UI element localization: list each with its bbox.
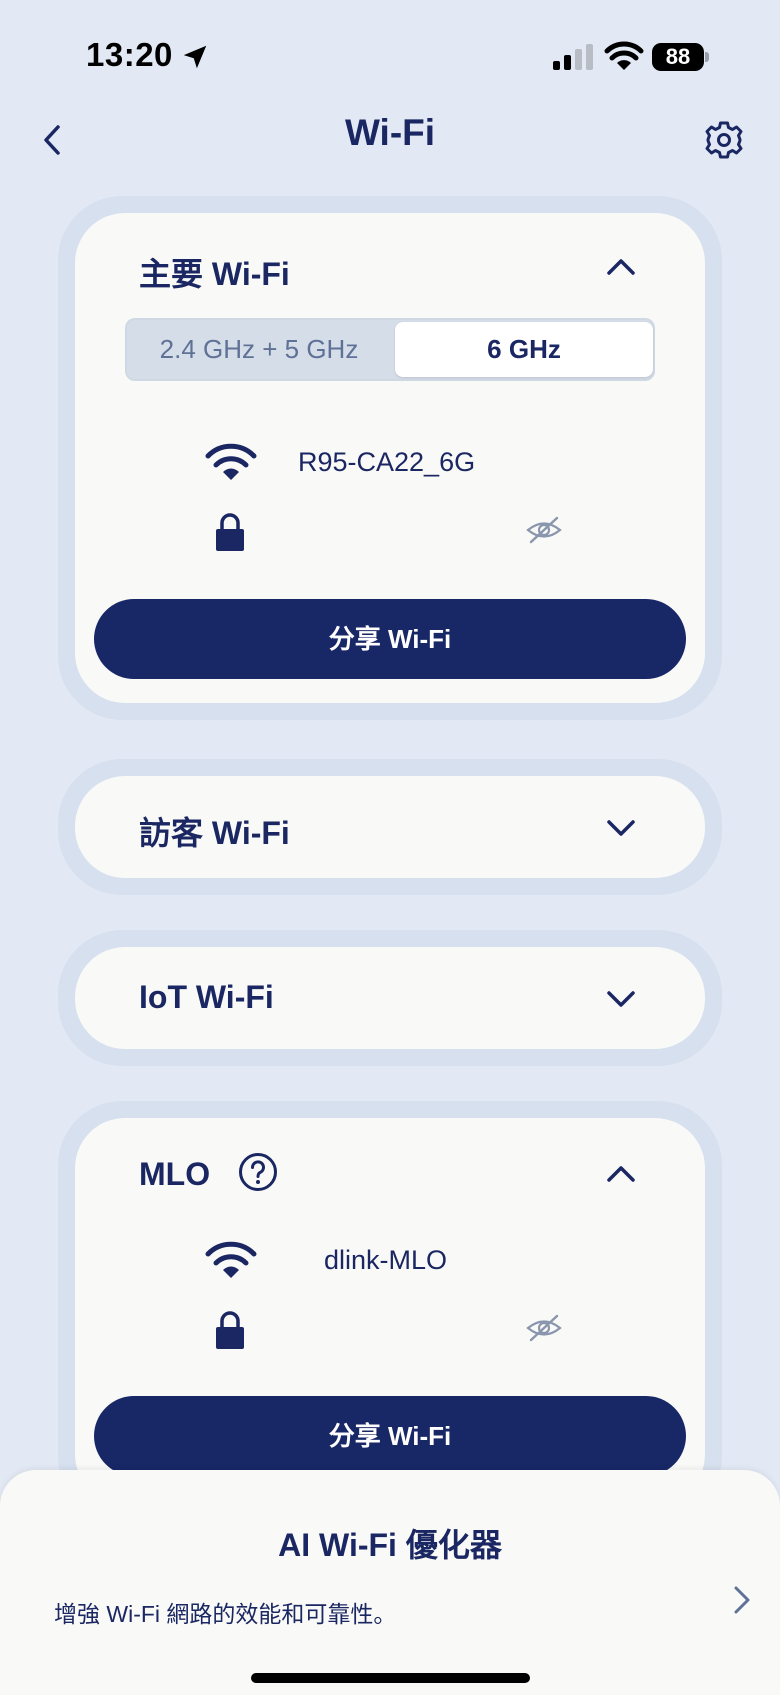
wifi-status-icon (604, 41, 644, 70)
guest-wifi-title: 訪客 Wi-Fi (139, 815, 290, 851)
status-bar: 13:20 88 (0, 0, 780, 110)
band-option-dual[interactable]: 2.4 GHz + 5 GHz (127, 320, 391, 379)
battery-icon: 88 (652, 43, 710, 71)
lock-icon (216, 513, 244, 551)
signal-icon (553, 44, 593, 70)
mlo-share-wifi-button[interactable]: 分享 Wi-Fi (94, 1396, 686, 1476)
chevron-right-icon[interactable] (728, 1580, 756, 1620)
battery-level: 88 (665, 44, 691, 69)
home-indicator (251, 1673, 530, 1683)
chevron-down-icon[interactable] (603, 981, 639, 1017)
iot-wifi-card[interactable]: IoT Wi-Fi (58, 930, 722, 1066)
ai-optimizer-title: AI Wi-Fi 優化器 (278, 1527, 502, 1563)
chevron-up-icon[interactable] (603, 1156, 639, 1192)
band-option-6ghz[interactable]: 6 GHz (395, 322, 653, 377)
share-wifi-button[interactable]: 分享 Wi-Fi (94, 599, 686, 679)
wifi-screen: 13:20 88 Wi-Fi 主要 Wi-Fi 2.4 GHz + 5 GHz … (0, 0, 780, 1695)
wifi-icon (205, 443, 257, 480)
iot-wifi-title: IoT Wi-Fi (139, 979, 274, 1015)
ai-optimizer-sheet[interactable]: AI Wi-Fi 優化器 增強 Wi-Fi 網路的效能和可靠性。 (0, 1470, 780, 1695)
eye-slash-icon[interactable] (525, 515, 563, 545)
wifi-icon (205, 1241, 257, 1278)
main-wifi-ssid: R95-CA22_6G (298, 447, 476, 477)
gear-icon[interactable] (700, 116, 748, 164)
chevron-down-icon[interactable] (603, 810, 639, 846)
chevron-up-icon[interactable] (603, 249, 639, 285)
eye-slash-icon[interactable] (525, 1313, 563, 1343)
band-segmented-control: 2.4 GHz + 5 GHz 6 GHz (125, 318, 655, 381)
status-time: 13:20 (86, 36, 173, 73)
lock-icon (216, 1311, 244, 1349)
ai-optimizer-description: 增強 Wi-Fi 網路的效能和可靠性。 (54, 1601, 397, 1627)
page-title: Wi-Fi (344, 112, 436, 153)
location-arrow-icon (183, 45, 207, 69)
guest-wifi-card[interactable]: 訪客 Wi-Fi (58, 759, 722, 895)
mlo-title: MLO (139, 1156, 211, 1192)
help-circle-icon[interactable] (238, 1152, 278, 1192)
mlo-ssid: dlink-MLO (324, 1245, 448, 1275)
main-wifi-title: 主要 Wi-Fi (139, 256, 290, 292)
